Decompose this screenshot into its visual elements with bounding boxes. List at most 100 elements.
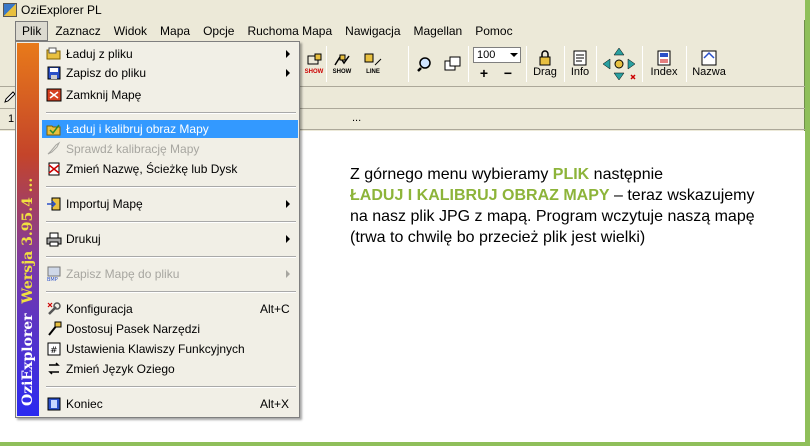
menu-item-label: Zapisz Mapę do pliku <box>66 267 180 281</box>
save-icon <box>47 66 61 80</box>
menu-item-zapisz-mape-do-pliku[interactable]: BMP Zapisz Mapę do pliku <box>42 265 298 283</box>
menu-item-label: Koniec <box>66 397 103 411</box>
menu-widok[interactable]: Widok <box>108 22 153 40</box>
magnifier-icon <box>417 57 431 72</box>
instruction-highlight-plik: PLIK <box>552 166 590 183</box>
minus-icon: − <box>503 65 513 81</box>
menu-item-koniec[interactable]: Koniec Alt+X <box>42 395 298 413</box>
submenu-arrow-icon <box>286 200 290 208</box>
show-label: SHOW <box>332 69 352 75</box>
show-label: SHOW <box>304 69 324 75</box>
menu-magellan[interactable]: Magellan <box>408 22 469 40</box>
menu-mapa[interactable]: Mapa <box>154 22 196 40</box>
toolbar: SHOW SHOW LINE 100 + − Drag Info Index N… <box>300 42 805 86</box>
check-calibration-icon <box>47 141 61 155</box>
toolbar-separator <box>468 46 469 82</box>
exit-icon <box>47 397 61 411</box>
instruction-highlight-laduj: ŁADUJ I KALIBRUJ OBRAZ MAPY <box>350 187 610 204</box>
shortcut-text: Alt+X <box>260 397 290 411</box>
nazwa-label: Nazwa <box>692 66 726 78</box>
toolbar-separator <box>596 46 597 82</box>
name-icon <box>701 50 717 66</box>
sidebar-version: Wersja 3.95.4 ... <box>20 177 36 304</box>
config-icon <box>47 302 61 315</box>
drag-button[interactable]: Drag <box>530 44 560 84</box>
menu-item-zmien-nazwe[interactable]: Zmień Nazwę, Ścieżkę lub Dysk <box>42 160 298 178</box>
window-title: OziExplorer PL <box>21 3 102 17</box>
zoom-select[interactable]: 100 <box>473 47 521 63</box>
keys-icon: # <box>47 342 61 356</box>
menu-opcje[interactable]: Opcje <box>197 22 240 40</box>
menu-item-label: Dostosuj Pasek Narzędzi <box>66 322 201 336</box>
submenu-arrow-icon <box>286 69 290 77</box>
windows-button[interactable] <box>442 44 464 84</box>
menu-pomoc[interactable]: Pomoc <box>469 22 518 40</box>
track-icon <box>334 54 350 66</box>
menu-zaznacz[interactable]: Zaznacz <box>49 22 106 40</box>
toolbar-separator <box>408 46 409 82</box>
menu-sidebar-banner: OziExplorer Wersja 3.95.4 ... <box>17 43 39 416</box>
shortcut-text: Alt+C <box>260 302 290 316</box>
show-toggle-button[interactable]: SHOW <box>304 44 324 84</box>
route-line-button[interactable]: LINE <box>362 44 384 84</box>
chevron-down-icon <box>510 53 518 57</box>
info-label: Info <box>570 66 590 78</box>
track-show-button[interactable]: SHOW <box>330 44 354 84</box>
menu-item-zapisz-do-pliku[interactable]: Zapisz do pliku <box>42 64 298 82</box>
menu-item-importuj-mape[interactable]: Importuj Mapę <box>42 195 298 213</box>
menu-separator <box>46 386 296 388</box>
toolbar-separator <box>686 46 687 82</box>
menu-nawigacja[interactable]: Nawigacja <box>339 22 406 40</box>
load-calibrate-icon <box>46 124 61 136</box>
menu-item-laduj-z-pliku[interactable]: Ładuj z pliku <box>42 45 298 63</box>
drag-label: Drag <box>533 66 557 78</box>
toolbar-separator <box>526 46 527 82</box>
submenu-arrow-icon <box>286 50 290 58</box>
menu-item-dostosuj-pasek[interactable]: Dostosuj Pasek Narzędzi <box>42 320 298 338</box>
menu-item-label: Ładuj z pliku <box>66 47 133 61</box>
menu-item-laduj-i-kalibruj[interactable]: Ładuj i kalibruj obraz Mapy <box>42 120 298 138</box>
menu-separator <box>46 256 296 258</box>
plik-dropdown-menu: OziExplorer Wersja 3.95.4 ... Ładuj z pl… <box>15 41 300 418</box>
sidebar-text: OziExplorer Wersja 3.95.4 ... <box>20 61 36 406</box>
zoom-in-button[interactable]: + <box>476 65 492 81</box>
menu-separator <box>46 221 296 223</box>
bmp-icon: BMP <box>47 266 61 282</box>
menu-separator <box>46 186 296 188</box>
find-button[interactable] <box>412 44 440 84</box>
menu-bar: Plik Zaznacz Widok Mapa Opcje Ruchoma Ma… <box>0 20 805 42</box>
close-map-icon <box>46 88 62 102</box>
ruler-value: 1 <box>8 113 15 125</box>
menu-item-label: Zapisz do pliku <box>66 66 147 80</box>
open-folder-icon <box>46 47 61 60</box>
nazwa-button[interactable]: Nazwa <box>690 44 728 84</box>
import-icon <box>47 197 61 211</box>
instruction-part: Z górnego menu wybieramy <box>350 166 553 183</box>
index-button[interactable]: Index <box>646 44 682 84</box>
instruction-text: Z górnego menu wybieramy PLIK następnie … <box>350 164 770 248</box>
menu-item-drukuj[interactable]: Drukuj <box>42 230 298 248</box>
menu-item-ustawienia-klawiszy[interactable]: # Ustawienia Klawiszy Funkcyjnych <box>42 340 298 358</box>
menu-item-label: Importuj Mapę <box>66 197 143 211</box>
menu-separator <box>46 112 296 114</box>
menu-item-label: Zmień Język Oziego <box>66 362 175 376</box>
index-label: Index <box>650 66 678 78</box>
menu-item-zamknij-mape[interactable]: Zamknij Mapę <box>42 86 298 104</box>
info-button[interactable]: Info <box>566 44 594 84</box>
zoom-out-button[interactable]: − <box>500 65 516 81</box>
menu-item-label: Ustawienia Klawiszy Funkcyjnych <box>66 342 245 356</box>
language-icon <box>48 362 60 375</box>
index-icon <box>657 50 671 66</box>
toolbar-separator <box>642 46 643 82</box>
menu-item-zmien-jezyk[interactable]: Zmień Język Oziego <box>42 360 298 378</box>
move-map-button[interactable] <box>600 44 638 84</box>
sidebar-app-name: OziExplorer <box>20 313 36 406</box>
menu-plik[interactable]: Plik <box>15 21 49 41</box>
line-label: LINE <box>366 69 380 75</box>
waypoint-icon <box>307 53 322 65</box>
toolbar-separator <box>326 46 327 82</box>
menu-item-konfiguracja[interactable]: Konfiguracja Alt+C <box>42 300 298 318</box>
menu-item-sprawdz-kalibracje[interactable]: Sprawdź kalibrację Mapy <box>42 140 298 158</box>
lock-icon <box>539 50 551 66</box>
menu-ruchoma-mapa[interactable]: Ruchoma Mapa <box>241 22 338 40</box>
